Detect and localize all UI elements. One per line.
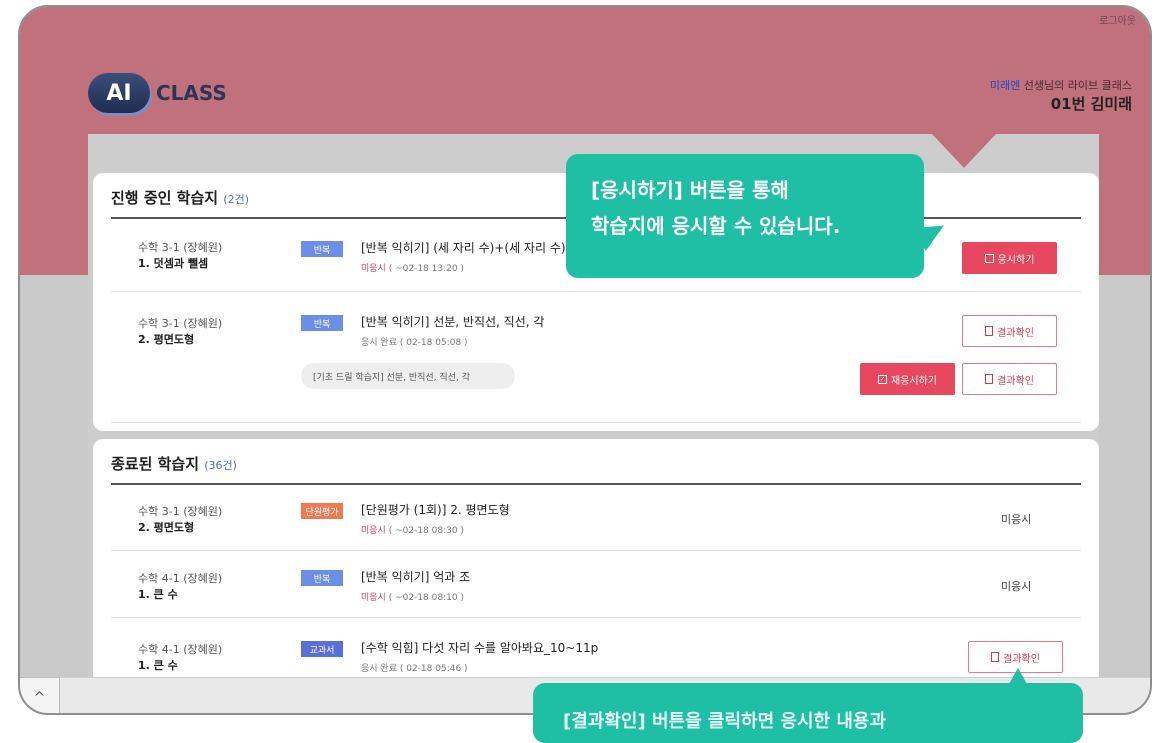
unit-label: 1. 큰 수 — [138, 588, 178, 601]
section-count: (2건) — [223, 193, 249, 206]
type-tag: 반복 — [301, 241, 343, 257]
result-tooltip: [결과확인] 버튼을 클릭하면 응시한 내용과 — [533, 683, 1083, 743]
subject-label: 수학 3-1 (장혜원) — [138, 317, 223, 330]
type-tag: 반복 — [301, 570, 343, 586]
status-date: ( 02-18 05:08 ) — [399, 338, 468, 348]
backdrop-notch — [932, 134, 996, 168]
sub-result-label: 결과확인 — [997, 375, 1034, 387]
unit-label: 2. 평면도형 — [138, 521, 195, 534]
result-label: 결과확인 — [997, 327, 1034, 339]
document-icon — [985, 326, 994, 336]
worksheet-status: 미응시 ( ~02-18 13:20 ) — [361, 261, 464, 274]
status-date: ( ~02-18 13:20 ) — [388, 264, 464, 274]
status-date: ( 02-18 05:46 ) — [399, 664, 468, 674]
document-icon — [985, 374, 994, 384]
status-date: ( ~02-18 08:10 ) — [388, 593, 464, 603]
status-label: 미응시 — [361, 526, 386, 536]
retake-button[interactable]: ✓ 재응시하기 — [860, 363, 955, 395]
unit-label: 2. 평면도형 — [138, 333, 195, 346]
square-icon — [984, 253, 994, 263]
sub-result-button[interactable]: 결과확인 — [962, 363, 1057, 395]
status-label: 미응시 — [361, 264, 386, 274]
worksheet-row: 수학 4-1 (장혜원) 1. 큰 수 반복 [반복 익히기] 억과 조 미응시… — [111, 552, 1081, 618]
section-title: 진행 중인 학습지 (2건) — [111, 187, 249, 208]
section-count: (36건) — [204, 459, 237, 472]
class-info: 미래엔 선생님의 라이브 클래스 — [990, 77, 1132, 93]
status-label: 응시 완료 — [361, 338, 397, 348]
section-title: 종료된 학습지 (36건) — [111, 453, 237, 474]
worksheet-title[interactable]: [수학 익힘] 다섯 자리 수를 알아봐요_10~11p — [361, 639, 598, 656]
result-status: 미응시 — [1001, 513, 1032, 526]
subject-label: 수학 3-1 (장혜원) — [138, 241, 223, 254]
logo-text: CLASS — [156, 81, 227, 105]
logo-badge: AI — [88, 73, 150, 113]
app-frame: 로그아웃 AI CLASS 미래엔 선생님의 라이브 클래스 01번 김미래 진… — [18, 5, 1152, 715]
subject-label: 수학 3-1 (장혜원) — [138, 505, 223, 518]
tooltip-line: [결과확인] 버튼을 클릭하면 응시한 내용과 — [563, 711, 887, 732]
worksheet-row: 수학 3-1 (장혜원) 2. 평면도형 단원평가 [단원평가 (1회)] 2.… — [111, 485, 1081, 551]
retake-label: 재응시하기 — [891, 375, 937, 387]
document-icon — [991, 652, 1000, 662]
status-date: ( ~02-18 08:30 ) — [388, 526, 464, 536]
logout-link[interactable]: 로그아웃 — [1099, 12, 1136, 27]
teacher-name: 미래엔 — [989, 79, 1021, 92]
subject-label: 수학 4-1 (장혜원) — [138, 643, 223, 656]
worksheet-status: 응시 완료 ( 02-18 05:46 ) — [361, 661, 468, 674]
worksheet-title[interactable]: [단원평가 (1회)] 2. 평면도형 — [361, 501, 510, 518]
unit-label: 1. 큰 수 — [138, 659, 178, 672]
section-title-text: 진행 중인 학습지 — [111, 189, 219, 207]
student-name: 01번 김미래 — [1050, 95, 1132, 113]
take-test-label: 응시하기 — [997, 254, 1035, 266]
worksheet-status: 미응시 ( ~02-18 08:10 ) — [361, 590, 464, 603]
status-label: 미응시 — [361, 593, 386, 603]
finished-panel: 종료된 학습지 (36건) 수학 3-1 (장혜원) 2. 평면도형 단원평가 … — [93, 439, 1099, 701]
tooltip-line: [응시하기] 버튼을 통해 — [591, 178, 789, 202]
worksheet-title[interactable]: [반복 익히기] 억과 조 — [361, 568, 470, 585]
worksheet-row: 수학 3-1 (장혜원) 2. 평면도형 반복 [반복 익히기] 선분, 반직선… — [111, 293, 1081, 423]
subject-label: 수학 4-1 (장혜원) — [138, 572, 223, 585]
class-label: 선생님의 라이브 클래스 — [1020, 79, 1132, 92]
unit-label: 1. 덧셈과 뺄셈 — [138, 257, 209, 270]
type-tag: 교과서 — [301, 641, 343, 657]
result-label: 결과확인 — [1003, 653, 1040, 665]
type-tag: 반복 — [301, 315, 343, 331]
sub-worksheet-pill[interactable]: [기초 드릴 학습지] 선분, 반직선, 직선, 각 — [301, 363, 515, 389]
worksheet-title[interactable]: [반복 익히기] 선분, 반직선, 직선, 각 — [361, 313, 544, 330]
take-test-tooltip: [응시하기] 버튼을 통해 학습지에 응시할 수 있습니다. — [566, 154, 924, 278]
worksheet-status: 응시 완료 ( 02-18 05:08 ) — [361, 335, 468, 348]
scroll-up-button[interactable]: ^ — [20, 677, 60, 713]
take-test-button[interactable]: 응시하기 — [962, 242, 1057, 274]
status-label: 응시 완료 — [361, 664, 397, 674]
logo: AI CLASS — [88, 73, 227, 113]
type-tag: 단원평가 — [301, 503, 343, 519]
check-square-icon: ✓ — [878, 374, 887, 384]
result-status: 미응시 — [1001, 580, 1032, 593]
worksheet-status: 미응시 ( ~02-18 08:30 ) — [361, 523, 464, 536]
section-title-text: 종료된 학습지 — [111, 455, 200, 473]
tooltip-line: 학습지에 응시할 수 있습니다. — [591, 214, 841, 238]
worksheet-title[interactable]: [반복 익히기] (세 자리 수)+(세 자리 수)(1) — [361, 239, 583, 256]
result-button[interactable]: 결과확인 — [962, 315, 1057, 347]
